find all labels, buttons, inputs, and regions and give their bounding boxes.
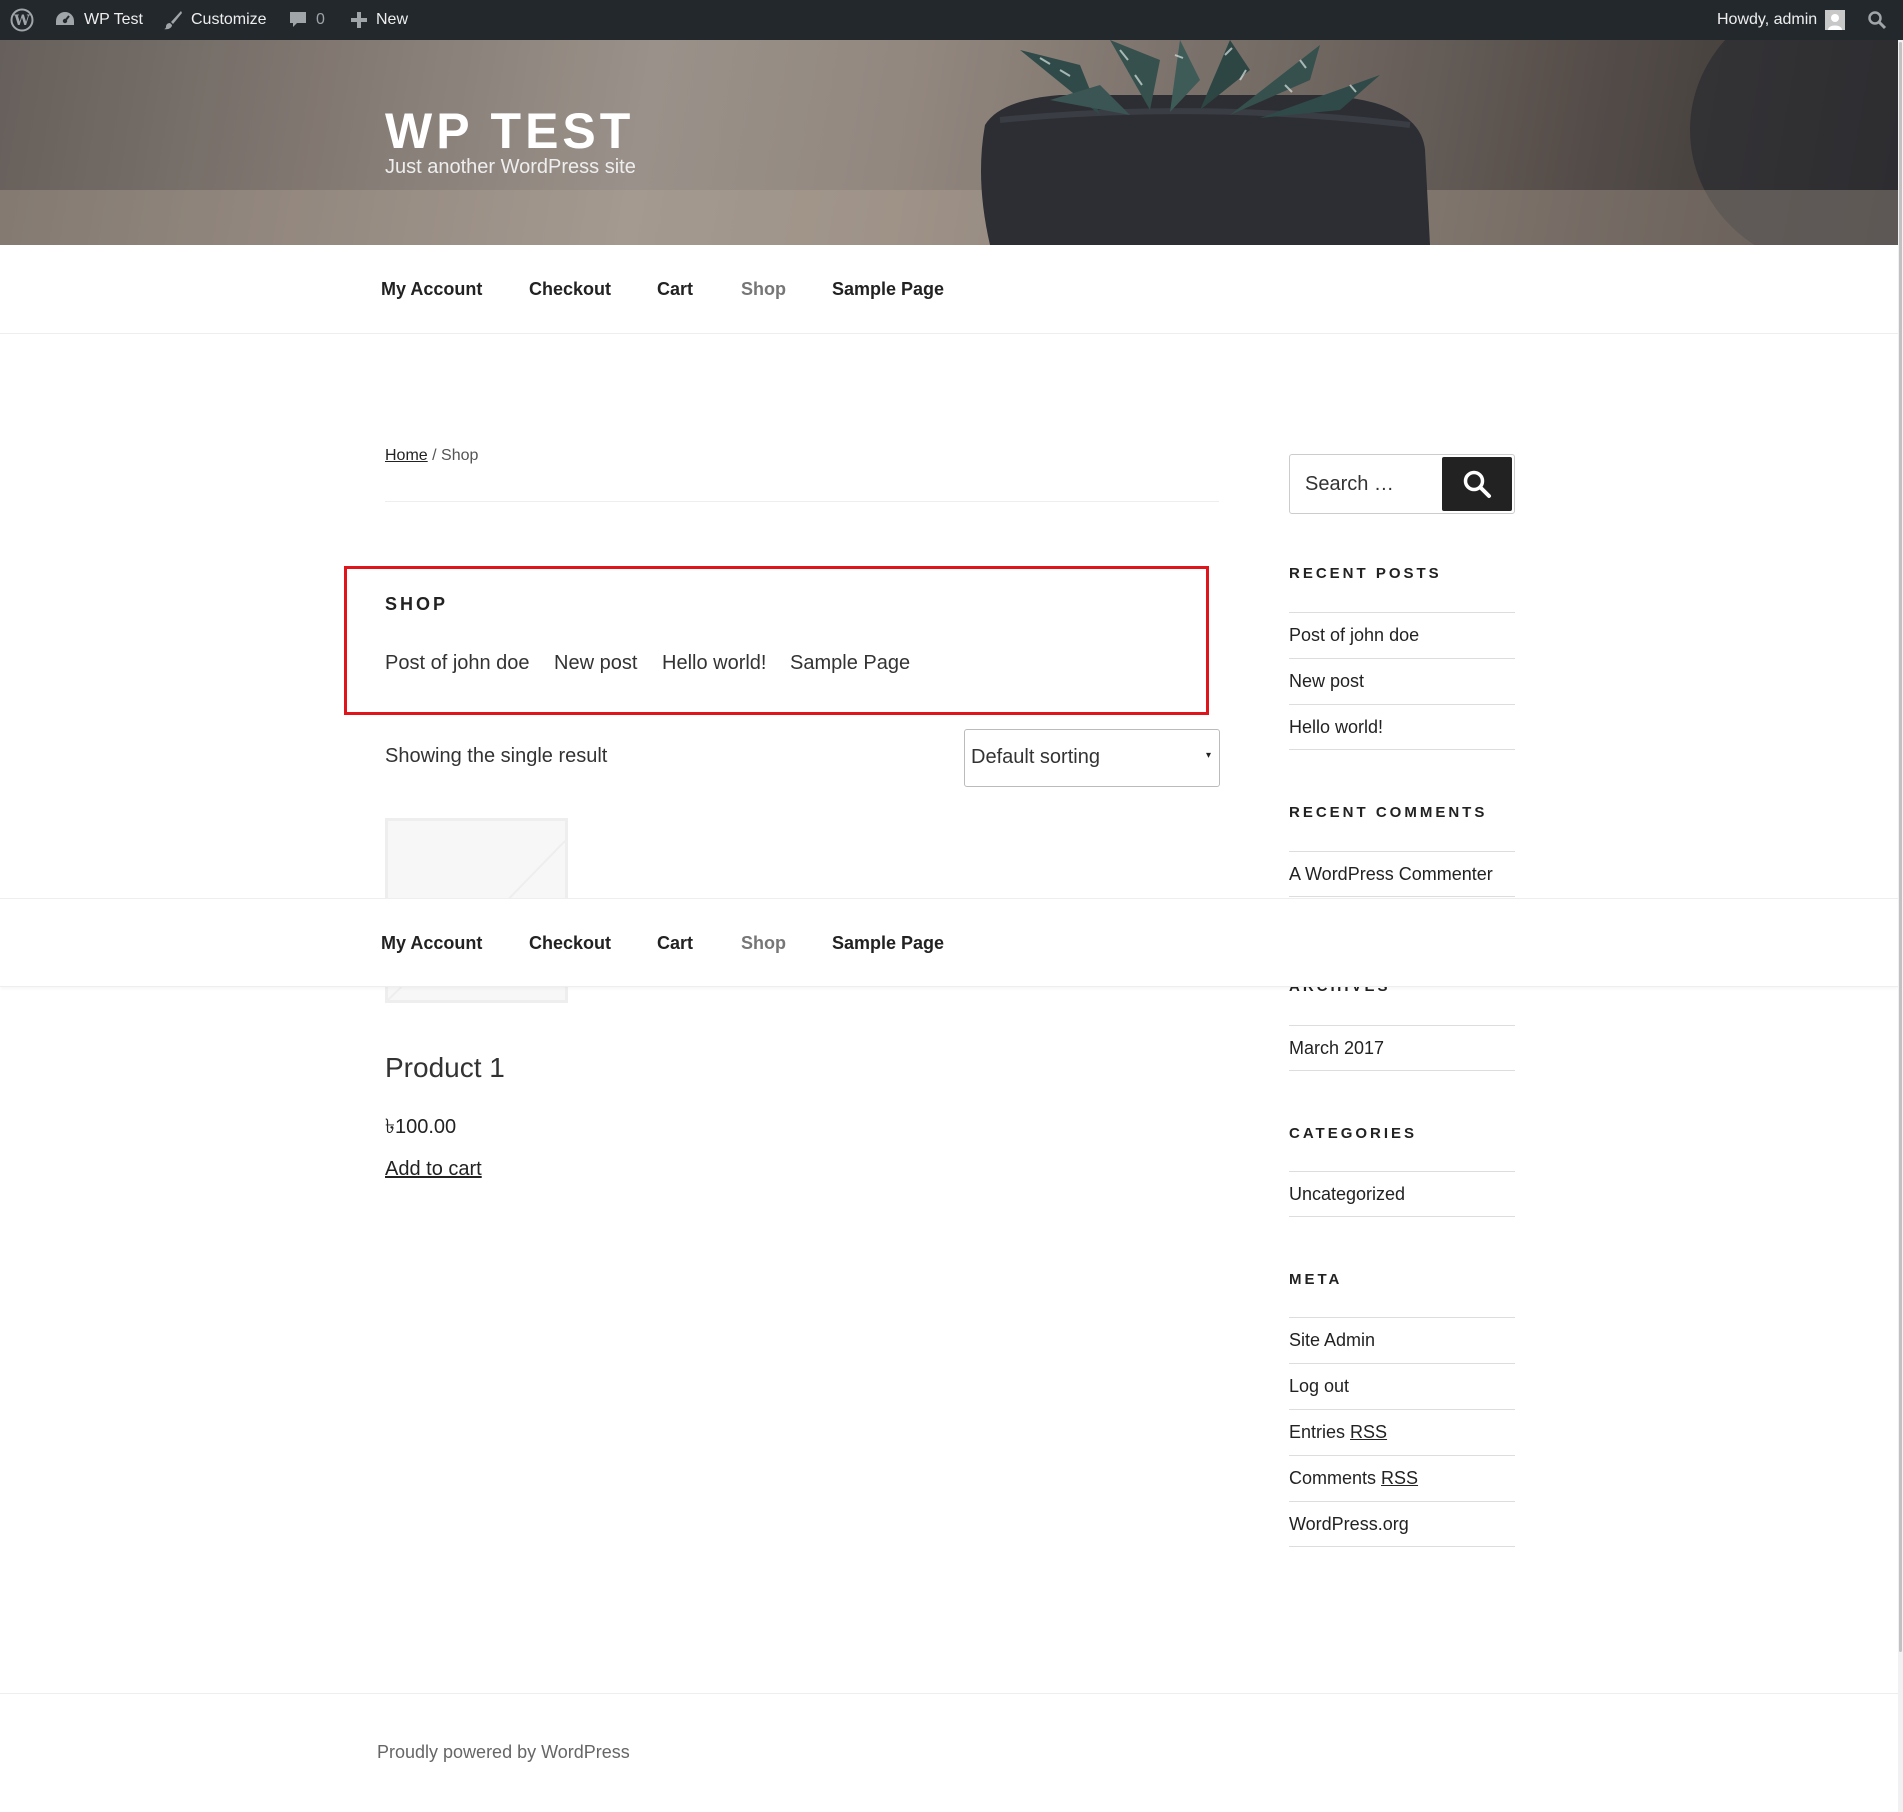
product-price: ৳100.00 — [385, 1116, 457, 1138]
site-title[interactable]: WP TEST — [385, 102, 634, 160]
admin-bar-howdy: Howdy, admin — [1717, 11, 1818, 28]
header-image — [0, 40, 1898, 245]
nav-item-checkout[interactable]: Checkout — [529, 899, 611, 988]
plus-icon — [351, 12, 367, 28]
page-link-hello-world[interactable]: Hello world! — [662, 652, 766, 675]
rss-abbr: RSS — [1381, 1468, 1419, 1488]
admin-bar-customize[interactable]: Customize — [163, 0, 267, 40]
svg-text:W: W — [13, 13, 30, 29]
admin-bar-search-icon[interactable] — [1867, 0, 1887, 40]
recent-comments-list: A WordPress Commenter — [1289, 851, 1515, 897]
search-input[interactable] — [1291, 456, 1441, 512]
admin-bar-site-link[interactable]: WP Test — [54, 0, 143, 40]
widget-title-recent-comments: RECENT COMMENTS — [1289, 804, 1488, 821]
nav-item-my-account[interactable]: My Account — [381, 245, 482, 334]
recent-comment-item[interactable]: A WordPress Commenter — [1289, 851, 1515, 897]
nav-item-sample-page[interactable]: Sample Page — [832, 245, 944, 334]
meta-item-wordpress-org[interactable]: WordPress.org — [1289, 1501, 1515, 1547]
comment-bubble-icon — [290, 12, 306, 27]
page-link-sample-page[interactable]: Sample Page — [790, 652, 910, 675]
site-header: WP TEST Just another WordPress site — [0, 40, 1898, 245]
recent-post-item[interactable]: Hello world! — [1289, 704, 1515, 750]
admin-bar: W WP Test Customize 0 New Howdy, admin — [0, 0, 1903, 40]
sorting-select[interactable]: Default sorting ▾ — [964, 729, 1220, 787]
nav-item-my-account[interactable]: My Account — [381, 899, 482, 988]
admin-bar-comments[interactable]: 0 — [288, 0, 325, 40]
breadcrumb-divider — [385, 501, 1219, 502]
recent-posts-list: Post of john doe New post Hello world! — [1289, 612, 1515, 750]
wordpress-logo-icon[interactable]: W — [10, 0, 34, 40]
meta-item-comments-rss[interactable]: Comments RSS — [1289, 1455, 1515, 1501]
search-form — [1289, 454, 1515, 514]
search-button[interactable] — [1442, 457, 1512, 511]
result-count: Showing the single result — [385, 745, 608, 767]
sticky-navigation: My Account Checkout Cart Shop Sample Pag… — [0, 898, 1898, 987]
category-item[interactable]: Uncategorized — [1289, 1171, 1515, 1217]
breadcrumb-home-link[interactable]: Home — [385, 447, 428, 464]
highlight-box — [344, 566, 1209, 715]
admin-bar-new[interactable]: New — [350, 0, 408, 40]
add-to-cart-button[interactable]: Add to cart — [385, 1158, 482, 1181]
main-navigation: My Account Checkout Cart Shop Sample Pag… — [0, 245, 1898, 334]
recent-post-item[interactable]: Post of john doe — [1289, 612, 1515, 658]
product-title[interactable]: Product 1 — [385, 1052, 505, 1084]
widget-title-meta: META — [1289, 1271, 1343, 1288]
admin-bar-site-name: WP Test — [84, 11, 143, 28]
paintbrush-icon — [164, 11, 182, 30]
search-icon — [1463, 470, 1491, 498]
categories-list: Uncategorized — [1289, 1171, 1515, 1217]
nav-item-cart[interactable]: Cart — [657, 899, 693, 988]
nav-item-checkout[interactable]: Checkout — [529, 245, 611, 334]
breadcrumb: Home / Shop — [385, 447, 478, 465]
page-link-post-of-john-doe[interactable]: Post of john doe — [385, 652, 530, 675]
widget-title-recent-posts: RECENT POSTS — [1289, 565, 1442, 582]
nav-item-cart[interactable]: Cart — [657, 245, 693, 334]
chevron-down-icon: ▾ — [1205, 750, 1211, 761]
breadcrumb-separator: / — [427, 447, 442, 464]
admin-bar-account[interactable]: Howdy, admin — [1717, 0, 1846, 40]
widget-title-categories: CATEGORIES — [1289, 1125, 1418, 1142]
footer-divider — [0, 1693, 1898, 1694]
admin-bar-new-label: New — [376, 11, 409, 28]
archive-item[interactable]: March 2017 — [1289, 1025, 1515, 1071]
admin-bar-comments-count: 0 — [316, 11, 325, 28]
recent-post-item[interactable]: New post — [1289, 658, 1515, 704]
avatar — [1825, 10, 1846, 30]
meta-list: Site Admin Log out Entries RSS Comments RS… — [1289, 1317, 1515, 1547]
page-title: SHOP — [385, 594, 449, 614]
archives-list: March 2017 — [1289, 1025, 1515, 1071]
sorting-select-value: Default sorting — [971, 746, 1100, 768]
meta-item-label: Comments — [1289, 1468, 1377, 1488]
nav-item-sample-page[interactable]: Sample Page — [832, 899, 944, 988]
admin-bar-customize-label: Customize — [191, 11, 267, 28]
site-description: Just another WordPress site — [385, 156, 636, 178]
dashboard-icon — [56, 12, 74, 25]
meta-item-label: Entries — [1289, 1422, 1346, 1442]
meta-item-log-out[interactable]: Log out — [1289, 1363, 1515, 1409]
breadcrumb-current: Shop — [441, 447, 479, 464]
nav-item-shop[interactable]: Shop — [741, 899, 786, 988]
footer-credit-link[interactable]: Proudly powered by WordPress — [377, 1742, 630, 1763]
page-link-new-post[interactable]: New post — [554, 652, 637, 675]
rss-abbr: RSS — [1350, 1422, 1388, 1442]
meta-item-site-admin[interactable]: Site Admin — [1289, 1317, 1515, 1363]
nav-item-shop[interactable]: Shop — [741, 245, 786, 334]
scrollbar-thumb[interactable] — [1899, 42, 1902, 1652]
meta-item-entries-rss[interactable]: Entries RSS — [1289, 1409, 1515, 1455]
